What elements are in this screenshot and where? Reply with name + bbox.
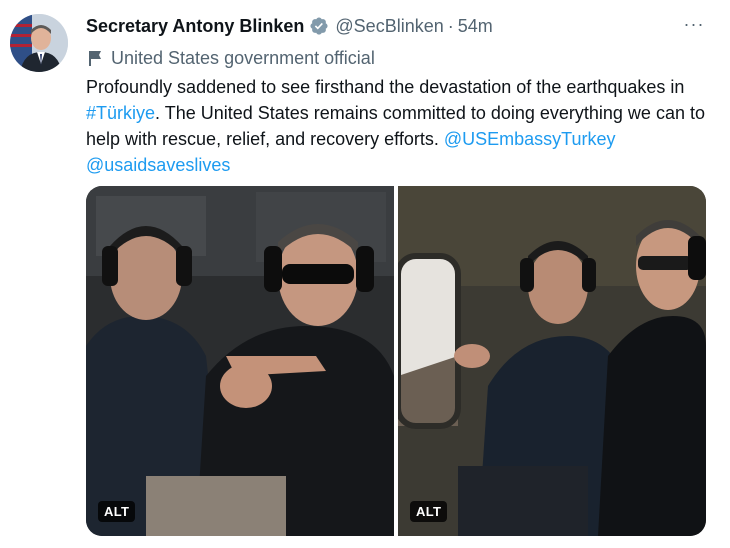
government-label-text: United States government official (111, 47, 375, 68)
avatar-image (10, 14, 68, 72)
author-handle[interactable]: @SecBlinken (335, 16, 443, 37)
government-label[interactable]: United States government official (88, 47, 375, 69)
photo-2[interactable]: ALT (398, 186, 706, 536)
tweet-text-part-1: Profoundly saddened to see firsthand the… (86, 77, 685, 97)
photo-1[interactable]: ALT (86, 186, 394, 536)
mention-link-usaidsaveslives[interactable]: @usaidsaveslives (86, 155, 230, 175)
tweet[interactable]: Secretary Antony Blinken @SecBlinken · 5… (0, 0, 730, 548)
dot-separator: · (447, 15, 454, 36)
flag-icon (89, 51, 101, 66)
more-options-icon[interactable]: ··· (682, 14, 706, 38)
tweet-header: Secretary Antony Blinken @SecBlinken · 5… (86, 14, 493, 38)
alt-badge-1[interactable]: ALT (98, 501, 136, 522)
hashtag-link[interactable]: #Türkiye (86, 103, 155, 123)
photo-1-image (86, 186, 394, 536)
media-grid: ALT ALT (86, 186, 706, 536)
avatar[interactable] (10, 14, 68, 72)
timestamp[interactable]: 54m (458, 16, 493, 37)
mention-link-usembassyturkey[interactable]: @USEmbassyTurkey (444, 129, 616, 149)
tweet-text: Profoundly saddened to see firsthand the… (86, 74, 718, 178)
photo-2-image (398, 186, 706, 536)
verified-badge-icon[interactable] (309, 16, 329, 36)
alt-badge-2[interactable]: ALT (410, 501, 448, 522)
author-name[interactable]: Secretary Antony Blinken (86, 16, 304, 37)
